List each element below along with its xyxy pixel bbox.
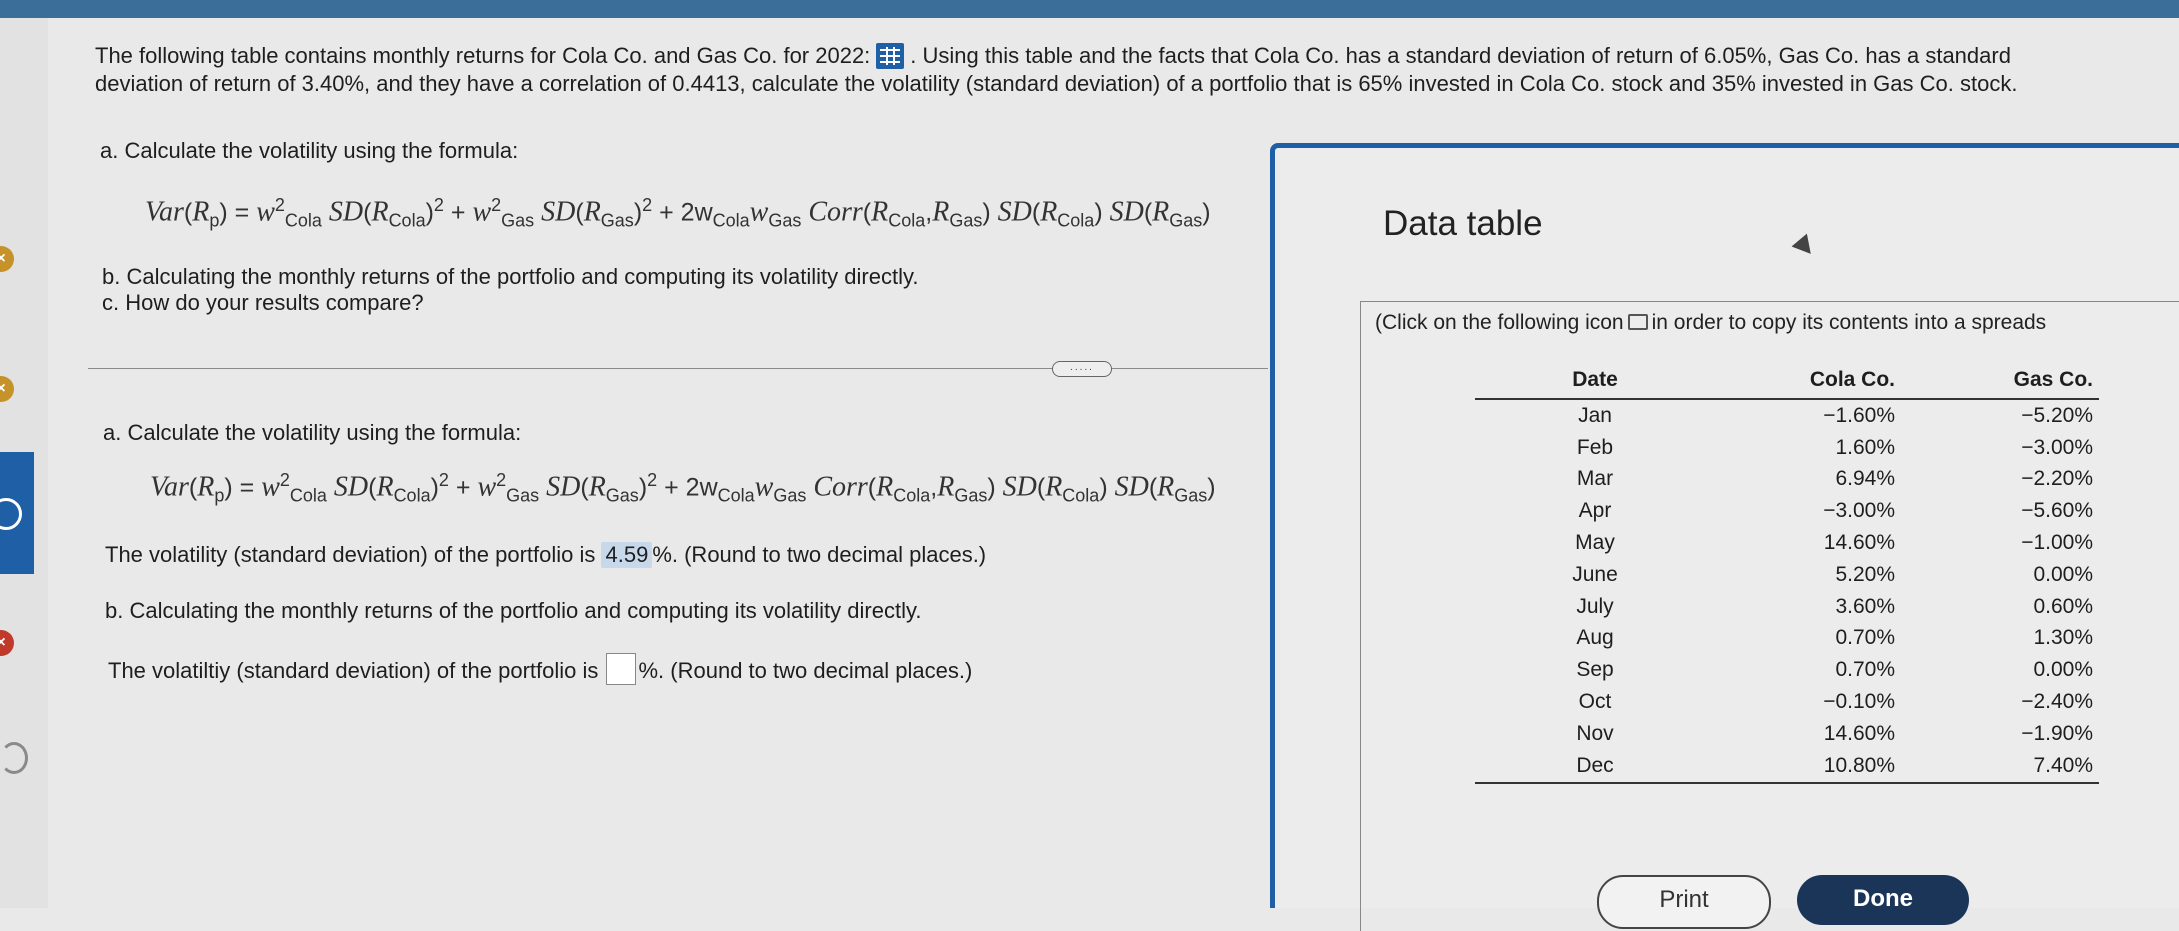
part-b-label: b. Calculating the monthly returns of th…	[102, 264, 919, 289]
part-a-label: a. Calculate the volatility using the fo…	[100, 138, 519, 163]
table-row: June 5.20% 0.00%	[1572, 562, 2093, 586]
expand-button[interactable]: .....	[1052, 361, 1112, 377]
answer-part-a-label: a. Calculate the volatility using the fo…	[103, 420, 522, 445]
table-row: May 14.60% −1.00%	[1575, 531, 2093, 555]
mouse-cursor-icon	[1791, 233, 1819, 261]
progress-ring-icon	[0, 742, 28, 774]
answer-part-b-label: b. Calculating the monthly returns of th…	[105, 598, 922, 623]
done-button[interactable]: Done	[1797, 875, 1969, 925]
col-header-cola: Cola Co.	[1715, 366, 1903, 400]
data-table-icon[interactable]	[876, 43, 905, 69]
returns-table: Date Cola Co. Gas Co. Jan −1.60% −5.20% Fe…	[1475, 366, 2099, 784]
part-c-label: c. How do your results compare?	[102, 290, 424, 315]
answer-a-prefix: The volatility (standard deviation) of t…	[105, 542, 596, 567]
top-bar	[0, 0, 2179, 18]
answer-b-prefix: The volatiltiy (standard deviation) of t…	[108, 658, 599, 683]
col-header-gas: Gas Co.	[1903, 366, 2099, 400]
print-button[interactable]: Print	[1597, 875, 1771, 929]
table-row: Oct −0.10% −2.40%	[1578, 690, 2093, 714]
table-row: Nov 14.60% −1.90%	[1576, 721, 2093, 745]
question-text: The following table contains monthly ret…	[95, 42, 2085, 98]
volatility-answer-input[interactable]	[606, 653, 637, 685]
data-table-dialog: Data table (Click on the following icon i…	[1270, 143, 2179, 931]
answer-a-line: The volatility (standard deviation) of t…	[105, 542, 986, 568]
answer-a-suffix: %. (Round to two decimal places.)	[652, 542, 987, 567]
table-row: Mar 6.94% −2.20%	[1576, 467, 2093, 491]
table-row: July 3.60% 0.60%	[1576, 594, 2093, 618]
table-row: Apr −3.00% −5.60%	[1578, 499, 2093, 523]
copy-icon[interactable]	[1627, 314, 1648, 330]
answer-a-value[interactable]: 4.59	[601, 542, 653, 568]
table-row: Aug 0.70% 1.30%	[1576, 626, 2093, 650]
answer-b-line: The volatiltiy (standard deviation) of t…	[108, 653, 972, 685]
dialog-title: Data table	[1383, 204, 1543, 243]
col-header-date: Date	[1475, 366, 1715, 400]
table-row: Dec 10.80% 7.40%	[1475, 749, 2099, 784]
table-row: Jan −1.60% −5.20%	[1578, 403, 2093, 427]
table-row: Feb 1.60% −3.00%	[1576, 435, 2093, 459]
answer-formula: Var(Rp) = w2Cola SD(RCola)2 + w2Gas SD(R…	[150, 470, 1216, 506]
answer-b-suffix: %. (Round to two decimal places.)	[638, 658, 973, 683]
copy-instruction: (Click on the following icon in order to …	[1375, 311, 2047, 334]
question-intro: The following table contains monthly ret…	[95, 43, 871, 68]
formula-var: Var(Rp) = w2Cola SD(RCola)2 + w2Gas SD(R…	[145, 195, 1211, 231]
table-header-row: Date Cola Co. Gas Co.	[1475, 366, 2099, 400]
table-row: Sep 0.70% 0.00%	[1576, 658, 2093, 682]
